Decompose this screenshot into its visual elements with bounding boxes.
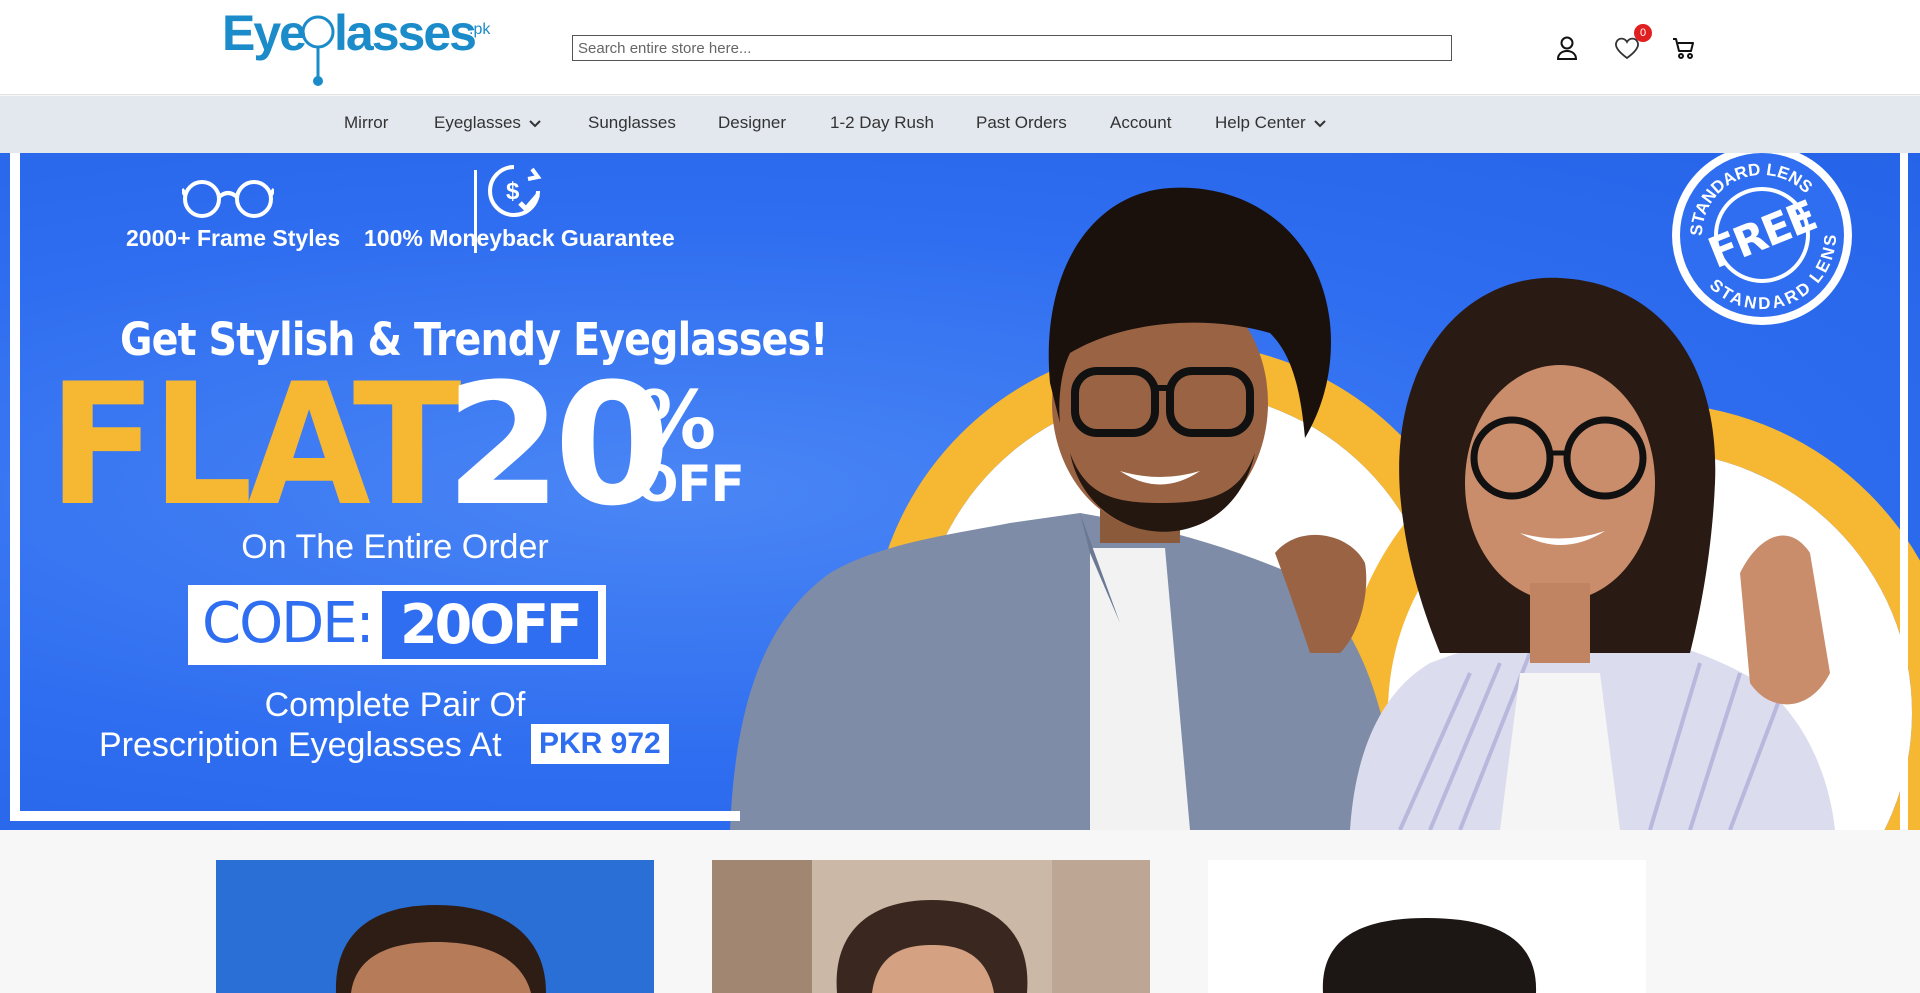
banner-frame-bottom	[10, 811, 740, 821]
chevron-down-icon	[1314, 96, 1326, 149]
category-card-women[interactable]	[712, 860, 1150, 993]
banner-frame-right	[1900, 153, 1908, 830]
feature-moneyback: 100% Moneyback Guarantee	[364, 225, 675, 251]
nav-label: Designer	[718, 113, 787, 132]
nav-label: 1-2 Day Rush	[830, 113, 934, 132]
hero-entire-order: On The Entire Order	[241, 528, 549, 566]
feature-frame-styles: 2000+ Frame Styles	[126, 225, 341, 251]
hero-price-badge: PKR 972	[531, 724, 669, 764]
nav-label: Past Orders	[976, 113, 1067, 132]
woman-hand	[1740, 535, 1830, 705]
free-lens-stamp: STANDARD LENS STANDARD LENS FREE	[1670, 153, 1854, 335]
logo-text-left: Eye	[222, 6, 306, 61]
nav-item-mirror[interactable]: Mirror	[344, 96, 388, 153]
nav-label: Account	[1110, 113, 1172, 132]
chevron-down-icon	[529, 96, 541, 149]
hero-discount-off: OFF	[636, 455, 745, 513]
hero-flat-text: FLAT	[48, 347, 462, 543]
promo-code-label: CODE:	[202, 591, 375, 656]
promo-code-box: CODE: 20OFF	[188, 585, 606, 665]
logo-graphic: Eye lasses .pk	[222, 5, 491, 86]
hero-discount-number: 20	[445, 347, 671, 543]
site-header: Eye lasses .pk 0	[0, 0, 1920, 95]
hero-discount-percent: %	[636, 374, 717, 467]
logo-text-right: lasses	[334, 6, 475, 61]
promo-code-value: 20OFF	[382, 591, 598, 659]
moneyback-icon: $	[488, 165, 542, 217]
category-card-men[interactable]	[216, 860, 654, 993]
site-logo[interactable]: Eye lasses .pk	[222, 5, 492, 88]
woman-neck	[1530, 583, 1590, 663]
nav-label: Eyeglasses	[434, 113, 521, 132]
main-nav: Mirror Eyeglasses Sunglasses Designer 1-…	[0, 96, 1920, 153]
nav-item-past-orders[interactable]: Past Orders	[976, 96, 1067, 153]
cart-icon[interactable]	[1670, 34, 1698, 62]
nav-item-eyeglasses[interactable]: Eyeglasses	[434, 96, 541, 153]
nav-item-sunglasses[interactable]: Sunglasses	[588, 96, 676, 153]
woman-top	[1500, 673, 1620, 830]
nav-item-rush[interactable]: 1-2 Day Rush	[830, 96, 934, 153]
glasses-icon	[182, 180, 274, 218]
logo-suffix: .pk	[469, 21, 491, 38]
nav-label: Sunglasses	[588, 113, 676, 132]
nav-item-account[interactable]: Account	[1110, 96, 1171, 153]
nav-label: Mirror	[344, 113, 389, 132]
nav-item-help-center[interactable]: Help Center	[1215, 96, 1326, 153]
card-photo	[216, 860, 654, 993]
hero-complete-line: Complete Pair Of	[264, 686, 526, 724]
hero-banner[interactable]: 2000+ Frame Styles $ 100% Moneyback Guar…	[0, 153, 1920, 830]
hero-prescription-line: Prescription Eyeglasses At	[99, 726, 502, 764]
card-photo	[712, 860, 1150, 993]
wishlist-count-badge: 0	[1634, 24, 1652, 42]
card-photo	[1208, 860, 1646, 993]
woman-face	[1465, 365, 1655, 601]
nav-label: Help Center	[1215, 113, 1306, 132]
category-card-kids[interactable]	[1208, 860, 1646, 993]
nav-item-designer[interactable]: Designer	[718, 96, 786, 153]
search-input[interactable]	[572, 35, 1452, 61]
account-icon[interactable]	[1553, 34, 1581, 62]
svg-text:$: $	[506, 178, 520, 205]
